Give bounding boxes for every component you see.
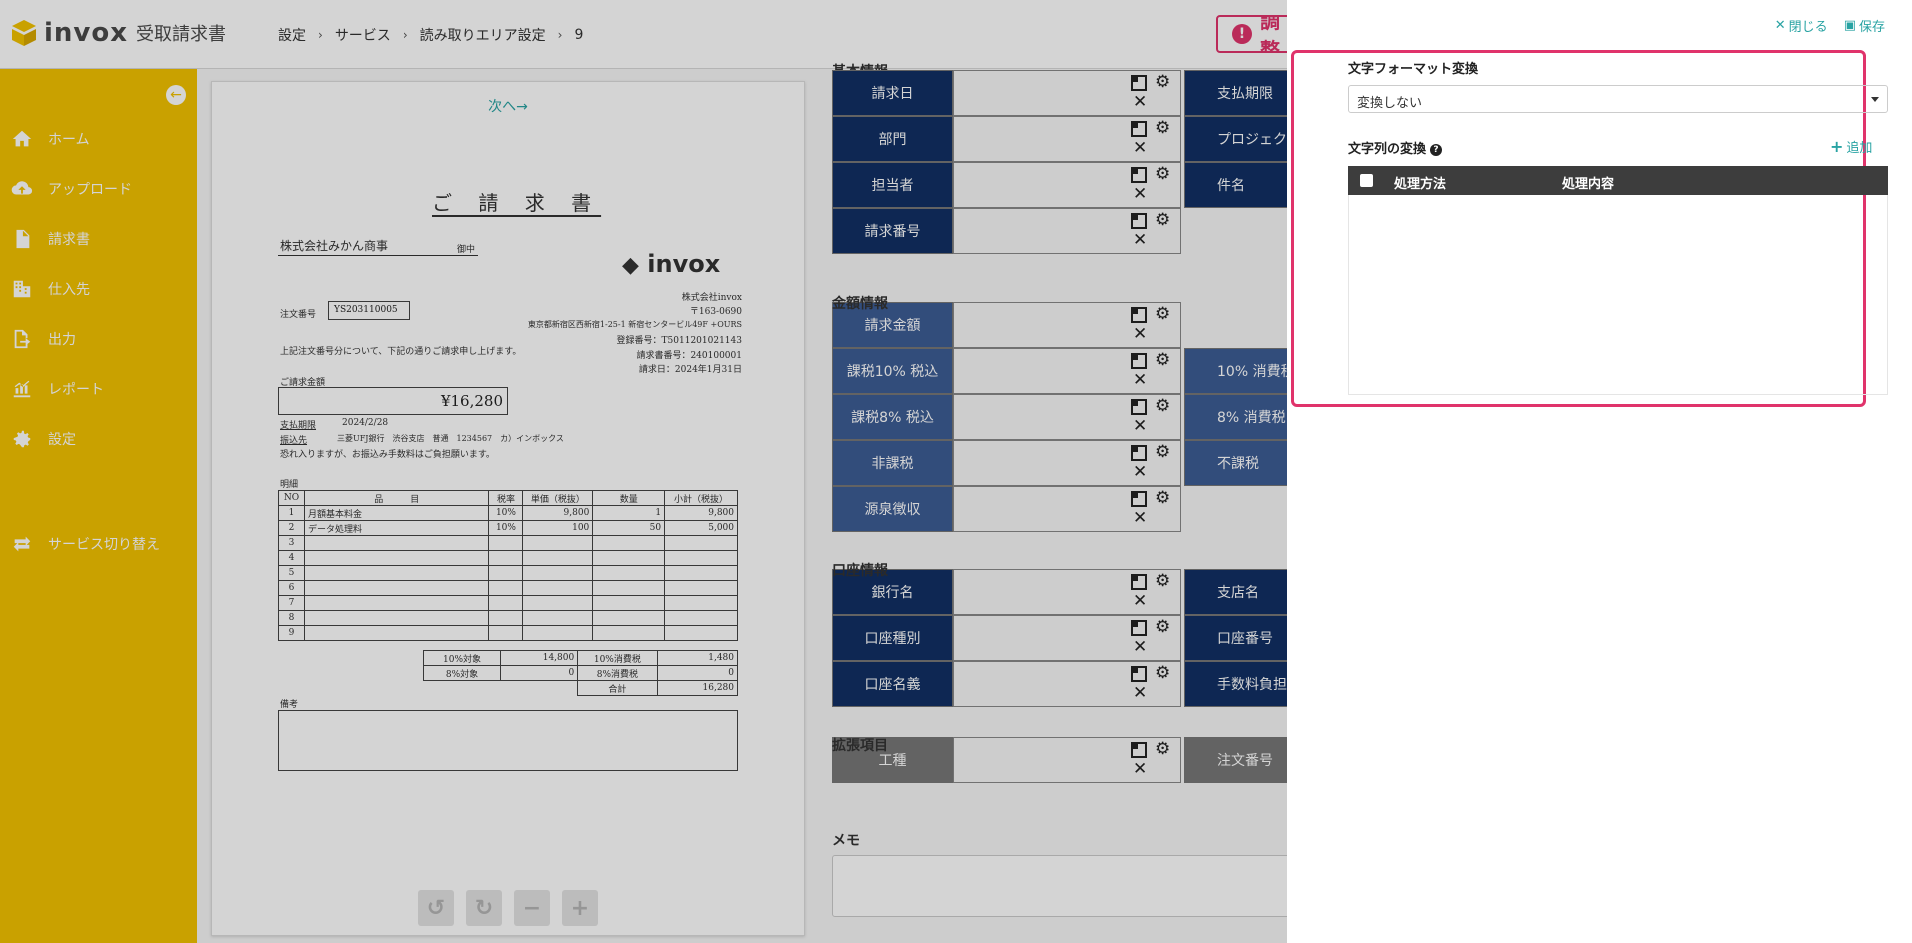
format-conversion-label: 文字フォーマット変換 <box>1348 62 1479 77</box>
string-conversion-label: 文字列の変換? <box>1348 138 1443 157</box>
col-content-header: 処理内容 <box>1562 177 1615 192</box>
close-label: 閉じる <box>1788 20 1828 35</box>
modal-backdrop[interactable] <box>0 0 1287 943</box>
add-button[interactable]: + 追加 <box>1830 137 1872 156</box>
conversion-table-body <box>1348 195 1888 395</box>
save-label: 保存 <box>1858 20 1885 35</box>
save-button[interactable]: ▣ 保存 <box>1844 16 1885 35</box>
format-conversion-select[interactable]: 変換しない <box>1348 85 1888 113</box>
help-icon[interactable]: ? <box>1430 144 1443 156</box>
caret-down-icon <box>1871 97 1879 102</box>
close-icon: ✕ <box>1774 18 1786 33</box>
save-icon: ▣ <box>1843 18 1856 33</box>
panel-actions: ✕ 閉じる ▣ 保存 <box>1775 16 1885 35</box>
col-method-header: 処理方法 <box>1394 177 1447 192</box>
conversion-table-header: 処理方法 処理内容 <box>1348 166 1888 195</box>
format-selected-value: 変換しない <box>1357 96 1423 111</box>
string-conversion-text: 文字列の変換 <box>1348 142 1427 157</box>
add-label: 追加 <box>1846 141 1873 156</box>
select-all-checkbox[interactable] <box>1360 174 1373 187</box>
plus-icon: + <box>1830 137 1844 156</box>
close-button[interactable]: ✕ 閉じる <box>1775 16 1828 35</box>
